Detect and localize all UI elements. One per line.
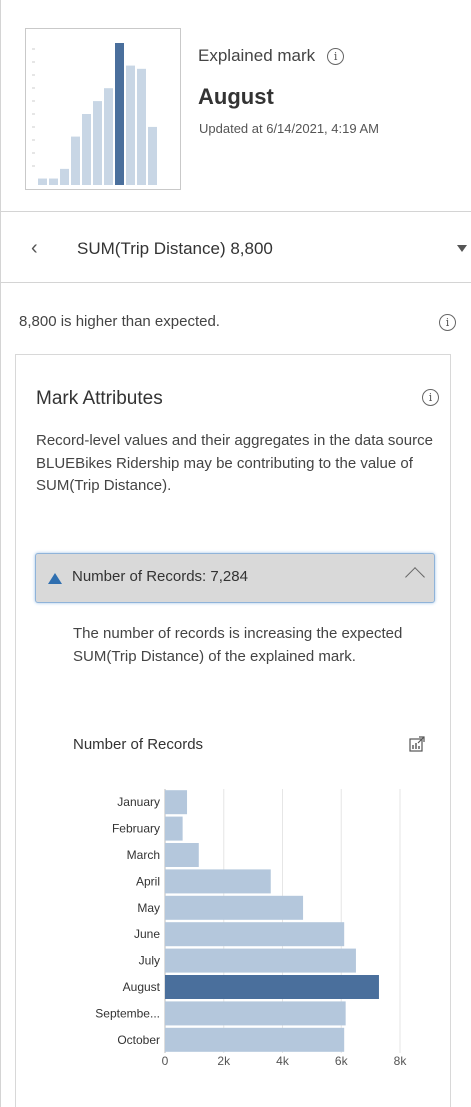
- x-tick-label: 4k: [276, 1054, 290, 1068]
- thumbnail-bar: [137, 68, 146, 185]
- records-bar-chart: 0 2k 4k 6k 8k January February March April May Jun…: [95, 789, 408, 1068]
- card-title: Mark Attributes: [36, 388, 163, 409]
- card-description: Record-level values and their aggregates…: [36, 432, 433, 494]
- thumbnail-bar: [82, 114, 91, 185]
- category-label: June: [134, 927, 160, 941]
- explained-mark-header: Explained mark i August Updated at 6/14/…: [1, 0, 471, 212]
- category-label: July: [139, 954, 160, 968]
- thumbnail-bar: [104, 88, 113, 185]
- x-tick-label: 8k: [394, 1054, 408, 1068]
- bar-october[interactable]: [165, 1027, 345, 1052]
- bar-septembe[interactable]: [165, 1001, 346, 1026]
- explained-mark-label-row: Explained mark i: [198, 46, 345, 66]
- category-label: April: [136, 874, 160, 888]
- thumbnail-bar: [49, 178, 58, 185]
- thumbnail-bar: [38, 178, 47, 185]
- triangle-up-icon: [48, 573, 62, 584]
- thumbnail-bar: [71, 136, 80, 185]
- record-description: The number of records is increasing the …: [73, 625, 403, 665]
- expected-summary: 8,800 is higher than expected.: [19, 313, 220, 330]
- bar-august[interactable]: [165, 975, 379, 999]
- dropdown-caret-icon[interactable]: [457, 245, 467, 252]
- thumbnail-bar: [115, 43, 124, 185]
- info-icon[interactable]: i: [327, 47, 345, 65]
- category-label: Septembe...: [95, 1006, 160, 1020]
- measure-selector[interactable]: ‹ SUM(Trip Distance) 8,800: [1, 212, 471, 283]
- thumbnail-bar: [126, 65, 135, 185]
- explain-data-panel: Explained mark i August Updated at 6/14/…: [0, 0, 471, 1107]
- chevron-up-icon[interactable]: [405, 567, 425, 587]
- explained-mark-label: Explained mark: [198, 46, 316, 65]
- info-icon[interactable]: i: [422, 389, 439, 406]
- x-tick-label: 2k: [217, 1054, 231, 1068]
- thumbnail-bar: [148, 126, 157, 185]
- bar-june[interactable]: [165, 922, 345, 947]
- category-label: January: [117, 795, 160, 809]
- mark-title: August: [198, 84, 274, 109]
- record-label: Number of Records: 7,284: [72, 568, 248, 585]
- x-tick-label: 6k: [335, 1054, 349, 1068]
- thumbnail-bar: [60, 168, 69, 185]
- info-icon[interactable]: i: [439, 314, 456, 331]
- bar-april[interactable]: [165, 869, 271, 894]
- category-label: February: [112, 822, 160, 836]
- category-label: May: [137, 901, 160, 915]
- bar-may[interactable]: [165, 895, 304, 920]
- bar-march[interactable]: [165, 843, 199, 867]
- category-label: August: [123, 980, 161, 994]
- category-label: March: [127, 848, 160, 862]
- number-of-records-toggle[interactable]: Number of Records: 7,284: [35, 553, 435, 603]
- updated-timestamp: Updated at 6/14/2021, 4:19 AM: [199, 121, 379, 136]
- chart-title: Number of Records: [73, 736, 204, 753]
- thumbnail-chart: [32, 43, 157, 185]
- x-tick-label: 0: [162, 1054, 169, 1068]
- bar-january[interactable]: [165, 790, 188, 815]
- explained-mark-thumbnail: [25, 28, 181, 190]
- measure-value: SUM(Trip Distance) 8,800: [77, 239, 273, 258]
- category-label: October: [117, 1033, 160, 1047]
- bar-july[interactable]: [165, 948, 356, 973]
- mark-attributes-card: Mark Attributes i Record-level values an…: [15, 354, 451, 1107]
- open-chart-icon[interactable]: [408, 735, 426, 758]
- chevron-left-icon[interactable]: ‹: [31, 237, 38, 260]
- bar-february[interactable]: [165, 816, 183, 841]
- thumbnail-bar: [93, 101, 102, 185]
